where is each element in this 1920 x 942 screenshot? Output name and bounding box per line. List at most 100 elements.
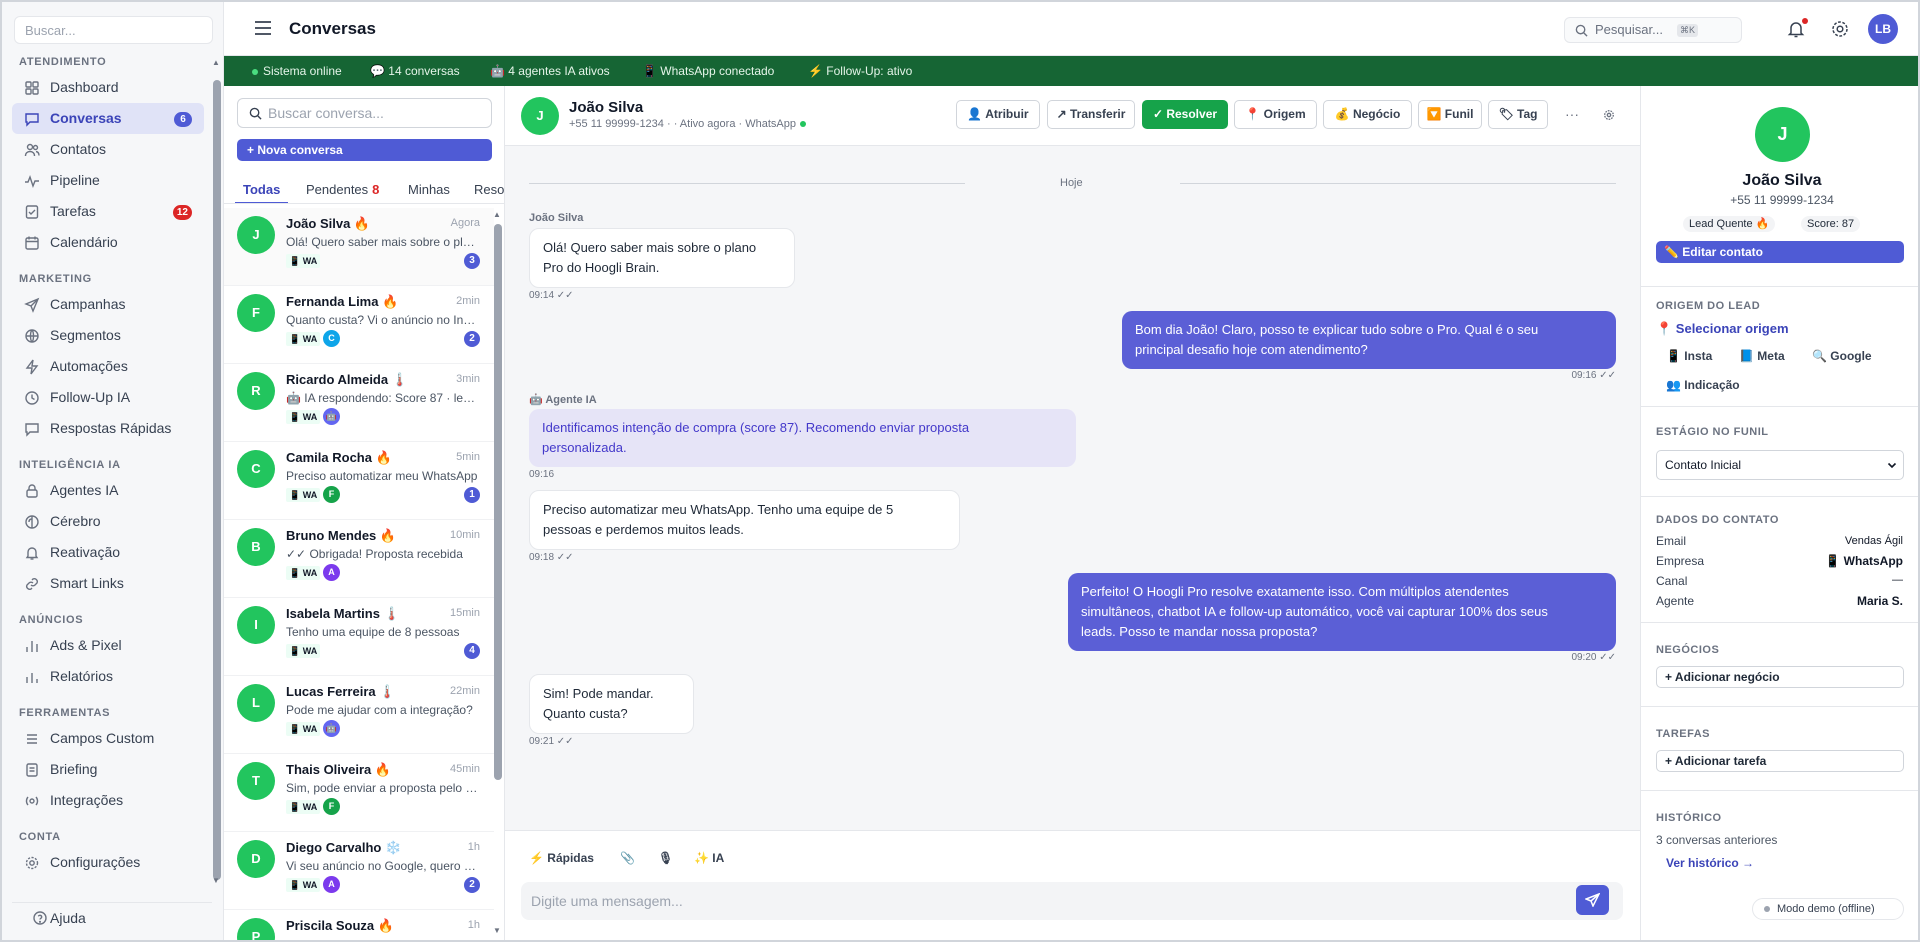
list-scroll-up-icon[interactable]: ▲ bbox=[493, 210, 501, 219]
status-follow-up: ⚡ Follow-Up: ativo bbox=[808, 64, 913, 78]
last-message-time: 5min bbox=[456, 451, 480, 463]
conversation-list-item[interactable]: T Thais Oliveira 🔥 45min Sim, pode enviar a… bbox=[224, 754, 494, 832]
sidebar-item-conversas[interactable]: Conversas 6 bbox=[12, 103, 204, 134]
sidebar-scrollbar[interactable] bbox=[213, 80, 221, 880]
conversation-search-input[interactable]: Buscar conversa... bbox=[237, 98, 492, 128]
sidebar-item-segmentos[interactable]: Segmentos bbox=[12, 320, 204, 351]
tag-button[interactable]: 🏷 Tag bbox=[1488, 100, 1548, 129]
message-input[interactable]: Digite uma mensagem... bbox=[521, 882, 1623, 920]
contact-name: Bruno Mendes 🔥 bbox=[286, 528, 397, 543]
sidebar-item-smart-links[interactable]: Smart Links bbox=[12, 568, 204, 599]
sidebar-item-follow-up-ia[interactable]: Follow-Up IA bbox=[12, 382, 204, 413]
message-line: principal desafio hoje com atendimento? bbox=[1135, 342, 1368, 357]
unread-count-badge: 4 bbox=[464, 643, 480, 659]
help-button[interactable]: Ajuda bbox=[12, 902, 212, 932]
edit-contact-button[interactable]: ✏️ Editar contato bbox=[1656, 241, 1904, 263]
sidebar-scroll-down-icon[interactable]: ▼ bbox=[212, 876, 220, 885]
sidebar-scroll-up-icon[interactable]: ▲ bbox=[212, 58, 220, 67]
conversation-list-item[interactable]: B Bruno Mendes 🔥 10min ✓✓ Obrigada! Propost… bbox=[224, 520, 494, 598]
message-bubble-incoming: Sim! Pode mandar. Quanto custa? bbox=[529, 674, 694, 734]
add-deal-button[interactable]: + Adicionar negócio bbox=[1656, 666, 1904, 688]
new-conversation-button[interactable]: + Nova conversa bbox=[237, 139, 492, 161]
whatsapp-channel-badge: 📱 WA bbox=[286, 254, 321, 268]
search-icon bbox=[249, 107, 262, 120]
quick-replies-button[interactable]: ⚡ Rápidas bbox=[529, 851, 594, 865]
sidebar-item-ads-pixel[interactable]: Ads & Pixel bbox=[12, 630, 204, 661]
last-message-preview: Quanto custa? Vi o anúncio no Instagram bbox=[286, 313, 478, 327]
attach-icon[interactable]: 📎 bbox=[620, 851, 635, 865]
user-avatar[interactable]: LB bbox=[1868, 14, 1898, 44]
origin-option-google[interactable]: 🔍 Google bbox=[1812, 349, 1872, 363]
add-task-button[interactable]: + Adicionar tarefa bbox=[1656, 750, 1904, 772]
select-origin-link[interactable]: 📍 Selecionar origem bbox=[1656, 321, 1789, 337]
contact-name: João Silva bbox=[569, 99, 644, 116]
transfer-button[interactable]: ↗ Transferir bbox=[1047, 100, 1135, 129]
conversation-list-item[interactable]: L Lucas Ferreira 🌡️ 22min Pode me ajudar co… bbox=[224, 676, 494, 754]
send-button[interactable] bbox=[1576, 885, 1609, 915]
conversation-list-item[interactable]: F Fernanda Lima 🔥 2min Quanto custa? Vi o a… bbox=[224, 286, 494, 364]
sidebar-search-input[interactable]: Buscar... bbox=[14, 16, 213, 44]
tab-resolvidas[interactable]: Resolvidas bbox=[474, 176, 504, 203]
contact-name: Isabela Martins 🌡️ bbox=[286, 606, 400, 621]
funnel-stage-select[interactable]: Contato Inicial bbox=[1656, 450, 1904, 480]
segments-icon bbox=[25, 329, 39, 343]
tab-minhas[interactable]: Minhas bbox=[408, 176, 450, 203]
conversation-list-item[interactable]: J João Silva 🔥 Agora Olá! Quero saber mais … bbox=[224, 208, 494, 286]
sidebar-item-relatorios[interactable]: Relatórios bbox=[12, 661, 204, 692]
origin-option-insta[interactable]: 📱 Insta bbox=[1666, 349, 1712, 363]
view-history-link[interactable]: Ver histórico → bbox=[1666, 856, 1754, 870]
day-divider-line bbox=[529, 183, 965, 184]
contact-avatar: T bbox=[237, 762, 275, 800]
more-options-icon[interactable]: ··· bbox=[1565, 106, 1579, 122]
unread-count-badge: 2 bbox=[464, 877, 480, 893]
conversation-list-item[interactable]: P Priscila Souza 🔥 1h bbox=[224, 910, 494, 940]
assign-button[interactable]: 👤 Atribuir bbox=[956, 100, 1040, 129]
tab-todas[interactable]: Todas bbox=[235, 176, 289, 203]
sidebar-item-reativacao[interactable]: Reativação bbox=[12, 537, 204, 568]
list-scroll-down-icon[interactable]: ▼ bbox=[493, 926, 501, 935]
conversation-list-item[interactable]: D Diego Carvalho ❄️ 1h Vi seu anúncio no Go… bbox=[224, 832, 494, 910]
status-conversations: 💬 14 conversas bbox=[370, 64, 460, 78]
section-title: NEGÓCIOS bbox=[1656, 644, 1720, 656]
sidebar-item-campos-custom[interactable]: Campos Custom bbox=[12, 723, 204, 754]
resolve-button[interactable]: ✓ Resolver bbox=[1142, 100, 1228, 129]
conversation-list-scrollbar[interactable] bbox=[494, 224, 502, 780]
conversation-list-item[interactable]: R Ricardo Almeida 🌡️ 3min 🤖 IA respondendo:… bbox=[224, 364, 494, 442]
contact-name: Thais Oliveira 🔥 bbox=[286, 762, 392, 777]
sidebar-item-respostas-rapidas[interactable]: Respostas Rápidas bbox=[12, 413, 204, 444]
funnel-button[interactable]: 🔽 Funil bbox=[1418, 100, 1482, 129]
settings-gear-icon[interactable] bbox=[1830, 19, 1850, 39]
sidebar-item-campanhas[interactable]: Campanhas bbox=[12, 289, 204, 320]
whatsapp-channel-badge: 📱 WA bbox=[286, 722, 321, 736]
sidebar-item-cerebro[interactable]: Cérebro bbox=[12, 506, 204, 537]
sidebar-item-pipeline[interactable]: Pipeline bbox=[12, 165, 204, 196]
section-title: ORIGEM DO LEAD bbox=[1656, 300, 1761, 312]
origin-option-indicacao[interactable]: 👥 Indicação bbox=[1666, 378, 1740, 392]
sidebar-item-agentes-ia[interactable]: Agentes IA bbox=[12, 475, 204, 506]
origin-button[interactable]: 📍 Origem bbox=[1234, 100, 1317, 129]
deal-button[interactable]: 💰 Negócio bbox=[1323, 100, 1412, 129]
sidebar-item-calendario[interactable]: Calendário bbox=[12, 227, 204, 258]
whatsapp-channel-badge: 📱 WA bbox=[286, 878, 321, 892]
sidebar-item-tarefas[interactable]: Tarefas 12 bbox=[12, 196, 204, 227]
sidebar-section-title: CONTA bbox=[19, 831, 61, 843]
menu-icon[interactable] bbox=[254, 20, 272, 36]
sidebar-item-dashboard[interactable]: Dashboard bbox=[12, 72, 204, 103]
conversation-list-item[interactable]: I Isabela Martins 🌡️ 15min Tenho uma equipe… bbox=[224, 598, 494, 676]
tab-pendentes[interactable]: Pendentes 8 bbox=[306, 176, 379, 203]
conversation-list-item[interactable]: C Camila Rocha 🔥 5min Preciso automatizar m… bbox=[224, 442, 494, 520]
global-search-input[interactable]: Pesquisar... ⌘K bbox=[1564, 17, 1742, 43]
sidebar-item-configuracoes[interactable]: Configurações bbox=[12, 847, 204, 878]
sidebar-item-label: Automações bbox=[50, 358, 128, 374]
microphone-icon[interactable]: 🎙 bbox=[658, 851, 673, 865]
chat-settings-gear-icon[interactable] bbox=[1603, 109, 1615, 121]
history-summary: 3 conversas anteriores bbox=[1656, 833, 1778, 847]
field-label: Empresa bbox=[1656, 554, 1705, 568]
message-line: Quanto custa? bbox=[543, 706, 628, 721]
sidebar-item-integracoes[interactable]: Integrações bbox=[12, 785, 204, 816]
sidebar-item-contatos[interactable]: Contatos bbox=[12, 134, 204, 165]
sidebar-item-automacoes[interactable]: Automações bbox=[12, 351, 204, 382]
origin-option-meta[interactable]: 📘 Meta bbox=[1739, 349, 1785, 363]
sidebar-item-briefing[interactable]: Briefing bbox=[12, 754, 204, 785]
ai-assist-button[interactable]: ✨ IA bbox=[694, 851, 724, 865]
